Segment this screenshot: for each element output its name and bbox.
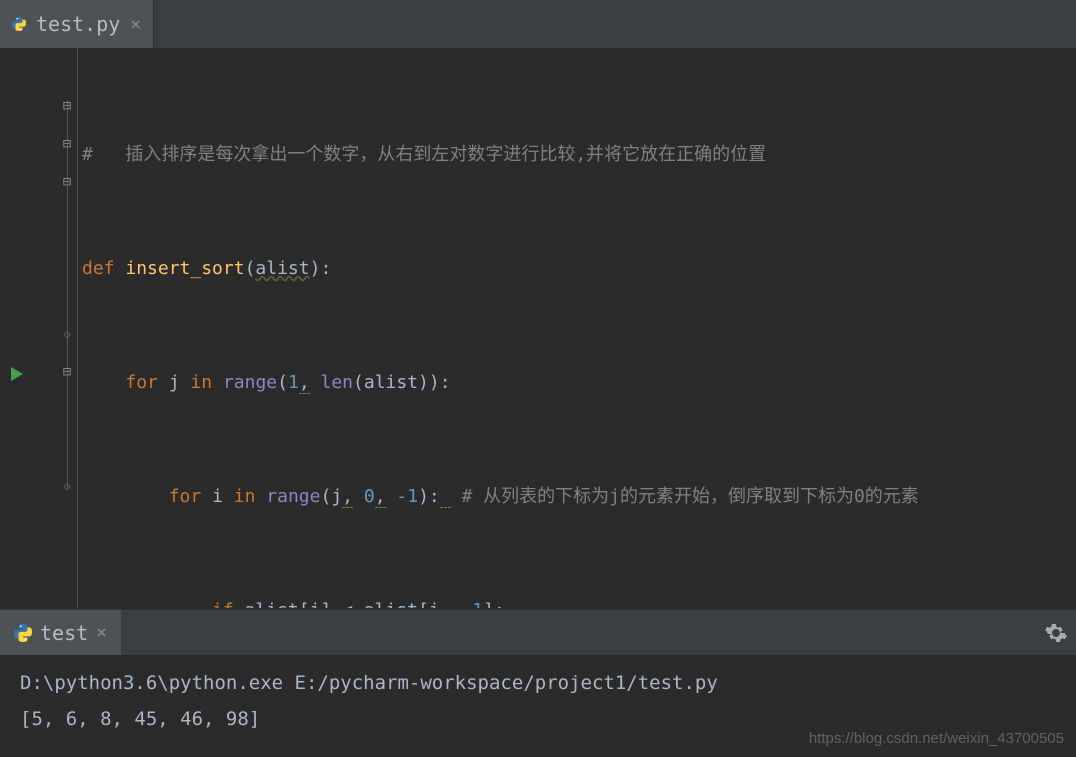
kw-if: if — [212, 600, 234, 608]
fold-toggle-icon[interactable] — [61, 366, 73, 378]
editor-tab-bar: test.py × — [0, 0, 1076, 48]
kw-for: for — [169, 486, 202, 507]
run-line-icon[interactable] — [6, 364, 26, 384]
code-comment: # 插入排序是每次拿出一个数字，从右到左对数字进行比较,并将它放在正确的位置 — [82, 144, 766, 165]
var-i: i — [212, 486, 223, 507]
kw-def: def — [82, 258, 115, 279]
var: i — [429, 600, 440, 608]
watermark-text: https://blog.csdn.net/weixin_43700505 — [809, 730, 1064, 747]
param: alist — [255, 258, 309, 279]
var-j: j — [169, 372, 180, 393]
num: 1 — [472, 600, 483, 608]
console-tab-label: test — [40, 621, 88, 645]
gear-icon[interactable] — [1044, 621, 1068, 645]
num: 1 — [288, 372, 299, 393]
console-exec-line: D:\python3.6\python.exe E:/pycharm-works… — [20, 665, 1056, 701]
code-comment: # 从列表的下标为j的元素开始，倒序取到下标为0的元素 — [461, 486, 918, 507]
fold-toggle-icon[interactable] — [61, 100, 73, 112]
console-tab-bar: test × — [0, 609, 1076, 655]
file-tab[interactable]: test.py × — [0, 0, 154, 48]
console-tab[interactable]: test × — [0, 610, 121, 655]
kw-for: for — [125, 372, 158, 393]
var: j — [331, 486, 342, 507]
var: alist — [245, 600, 299, 608]
close-icon[interactable]: × — [130, 14, 141, 35]
num: 0 — [364, 486, 375, 507]
fold-toggle-icon[interactable] — [61, 176, 73, 188]
builtin-range: range — [223, 372, 277, 393]
num: -1 — [396, 486, 418, 507]
builtin-len: len — [321, 372, 354, 393]
code-content[interactable]: # 插入排序是每次拿出一个数字，从右到左对数字进行比较,并将它放在正确的位置 d… — [78, 48, 1076, 608]
fold-end-icon — [61, 328, 73, 340]
fn-name: insert_sort — [125, 258, 244, 279]
fold-end-icon — [61, 480, 73, 492]
builtin-range: range — [266, 486, 320, 507]
op: < — [342, 600, 353, 608]
kw-in: in — [190, 372, 212, 393]
fold-toggle-icon[interactable] — [61, 138, 73, 150]
kw-in: in — [234, 486, 256, 507]
var: i — [310, 600, 321, 608]
python-icon — [14, 624, 32, 642]
var: alist — [364, 600, 418, 608]
var: alist — [364, 372, 418, 393]
code-editor[interactable]: # 插入排序是每次拿出一个数字，从右到左对数字进行比较,并将它放在正确的位置 d… — [0, 48, 1076, 608]
editor-gutter — [0, 48, 78, 608]
op: - — [451, 600, 462, 608]
tab-filename: test.py — [36, 12, 120, 36]
python-file-icon — [12, 17, 26, 31]
close-icon[interactable]: × — [96, 622, 107, 643]
